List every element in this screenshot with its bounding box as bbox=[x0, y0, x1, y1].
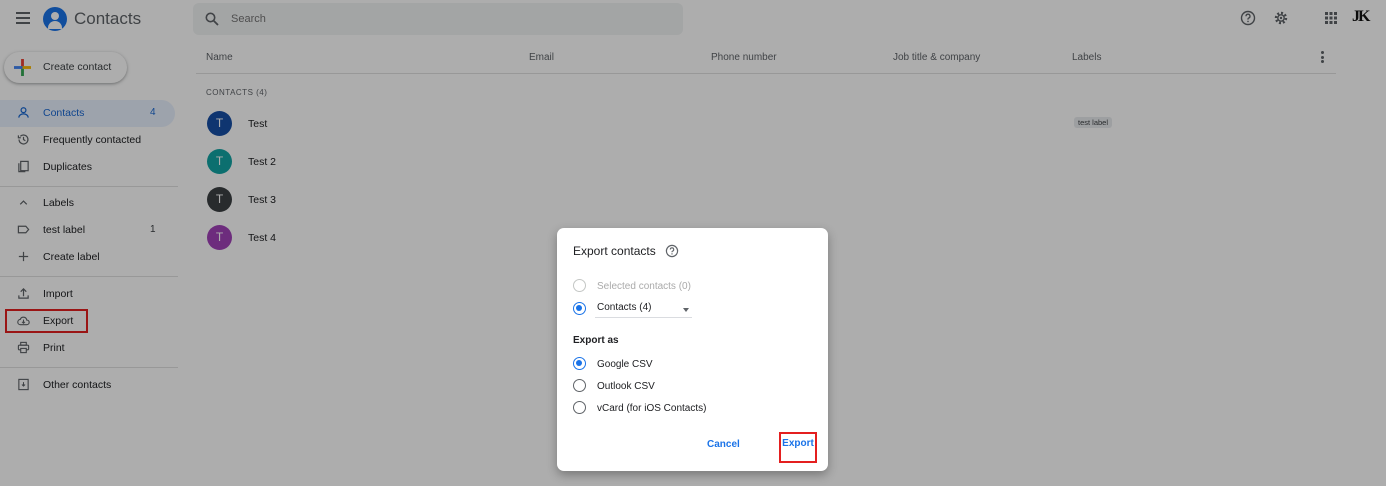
selected-contacts-label: Selected contacts (0) bbox=[597, 281, 691, 292]
google-csv-label[interactable]: Google CSV bbox=[597, 359, 653, 370]
contacts-select[interactable]: Contacts (4) bbox=[595, 300, 692, 318]
export-as-heading: Export as bbox=[573, 335, 619, 346]
dropdown-arrow-icon bbox=[683, 308, 689, 312]
outlook-csv-label[interactable]: Outlook CSV bbox=[597, 381, 655, 392]
selected-contacts-radio bbox=[573, 279, 586, 292]
contacts-select-value: Contacts (4) bbox=[597, 302, 652, 313]
vcard-label[interactable]: vCard (for iOS Contacts) bbox=[597, 403, 706, 414]
help-icon[interactable] bbox=[665, 244, 679, 258]
outlook-csv-radio[interactable] bbox=[573, 379, 586, 392]
google-csv-radio[interactable] bbox=[573, 357, 586, 370]
vcard-radio[interactable] bbox=[573, 401, 586, 414]
cancel-button[interactable]: Cancel bbox=[707, 439, 740, 450]
export-button-highlight-box bbox=[779, 432, 817, 463]
contacts-radio[interactable] bbox=[573, 302, 586, 315]
dialog-title: Export contacts bbox=[573, 244, 656, 258]
